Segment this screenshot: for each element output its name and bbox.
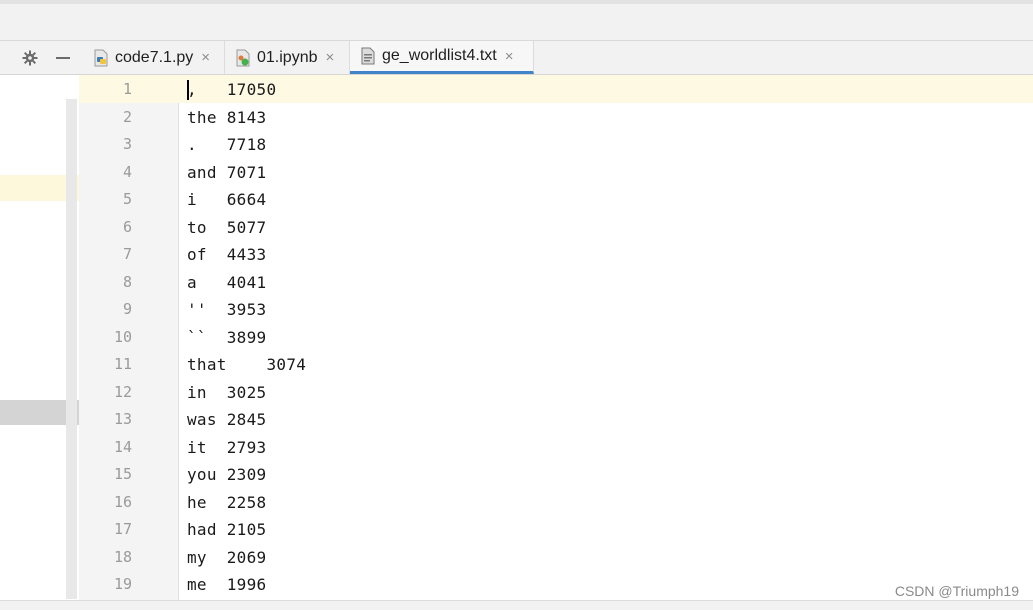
editor-line[interactable]: 8 a 4041: [79, 268, 1033, 296]
editor-line[interactable]: 6 to 5077: [79, 213, 1033, 241]
watermark: CSDN @Triumph19: [894, 583, 1019, 599]
editor-line[interactable]: 17 had 2105: [79, 515, 1033, 543]
tab-ge-worldlist4-txt[interactable]: ge_worldlist4.txt ×: [350, 41, 534, 74]
line-number: 19: [113, 575, 132, 593]
editor-line[interactable]: 16 he 2258: [79, 488, 1033, 516]
line-number: 1: [122, 80, 132, 98]
line-number: 18: [113, 547, 132, 566]
editor-line[interactable]: 7 of 4433: [79, 240, 1033, 268]
status-bar: [0, 600, 1033, 610]
line-text[interactable]: of 4433: [187, 245, 266, 264]
line-number: 12: [113, 382, 132, 401]
editor-tab-bar: code7.1.py × 01.ipynb × ge_worldlist4.tx…: [0, 41, 1033, 75]
line-number: 6: [122, 217, 132, 236]
line-text[interactable]: my 2069: [187, 548, 266, 567]
editor-line[interactable]: 13 was 2845: [79, 405, 1033, 433]
line-number: 2: [122, 107, 132, 126]
line-text[interactable]: to 5077: [187, 218, 266, 237]
tab-label: 01.ipynb: [257, 48, 318, 66]
panel-scrollbar[interactable]: [66, 99, 77, 599]
line-text[interactable]: i 6664: [187, 190, 266, 209]
line-number: 10: [113, 327, 132, 346]
tab-label: ge_worldlist4.txt: [382, 47, 497, 64]
python-file-icon: [93, 49, 109, 67]
editor-line[interactable]: 3 . 7718: [79, 130, 1033, 158]
editor-line[interactable]: 11 that 3074: [79, 350, 1033, 378]
tab-code7-1-py[interactable]: code7.1.py ×: [83, 41, 225, 74]
text-caret: [187, 80, 189, 100]
line-text[interactable]: the 8143: [187, 108, 266, 127]
editor-line[interactable]: 14 it 2793: [79, 433, 1033, 461]
close-icon[interactable]: ×: [326, 50, 335, 65]
line-text[interactable]: was 2845: [187, 410, 266, 429]
editor-line[interactable]: 15 you 2309: [79, 460, 1033, 488]
minus-icon[interactable]: [54, 49, 72, 67]
tab-01-ipynb[interactable]: 01.ipynb ×: [225, 41, 350, 74]
line-text[interactable]: that 3074: [187, 355, 306, 374]
editor-line[interactable]: 19 me 1996: [79, 570, 1033, 598]
editor-line[interactable]: 10 `` 3899: [79, 323, 1033, 351]
line-text[interactable]: . 7718: [187, 135, 266, 154]
line-number: 8: [122, 272, 132, 291]
editor-line[interactable]: 4 and 7071: [79, 158, 1033, 186]
line-number: 16: [113, 492, 132, 511]
line-text[interactable]: you 2309: [187, 465, 266, 484]
editor-line[interactable]: 2 the 8143: [79, 103, 1033, 131]
line-number: 5: [122, 190, 132, 208]
line-text[interactable]: had 2105: [187, 520, 266, 539]
line-text[interactable]: me 1996: [187, 575, 266, 594]
line-text[interactable]: in 3025: [187, 383, 266, 402]
notebook-file-icon: [235, 49, 251, 67]
line-number: 14: [113, 437, 132, 456]
line-text[interactable]: he 2258: [187, 493, 266, 512]
line-number: 17: [113, 520, 132, 538]
line-text[interactable]: `` 3899: [187, 328, 266, 347]
line-number: 13: [113, 410, 132, 428]
line-text[interactable]: and 7071: [187, 163, 266, 182]
editor-line[interactable]: 1 , 17050: [79, 75, 1033, 103]
close-icon[interactable]: ×: [505, 49, 514, 64]
line-number: 15: [113, 465, 132, 483]
editor-line[interactable]: 18 my 2069: [79, 543, 1033, 571]
tab-label: code7.1.py: [115, 48, 194, 66]
close-icon[interactable]: ×: [201, 50, 210, 65]
line-number: 9: [122, 300, 132, 318]
line-text[interactable]: '' 3953: [187, 300, 266, 319]
left-tool-panel: [0, 75, 79, 600]
editor-line[interactable]: 9 '' 3953: [79, 295, 1033, 323]
line-number: 4: [122, 162, 132, 181]
window-top-bar: [0, 0, 1033, 41]
line-number: 3: [122, 135, 132, 153]
line-text[interactable]: it 2793: [187, 438, 266, 457]
line-number: 11: [113, 355, 132, 373]
line-text[interactable]: a 4041: [187, 273, 266, 292]
editor-line[interactable]: 12 in 3025: [79, 378, 1033, 406]
line-text[interactable]: , 17050: [187, 80, 276, 99]
line-number: 7: [122, 245, 132, 263]
text-file-icon: [360, 47, 376, 65]
editor-line[interactable]: 5 i 6664: [79, 185, 1033, 213]
gear-icon[interactable]: [21, 49, 39, 67]
